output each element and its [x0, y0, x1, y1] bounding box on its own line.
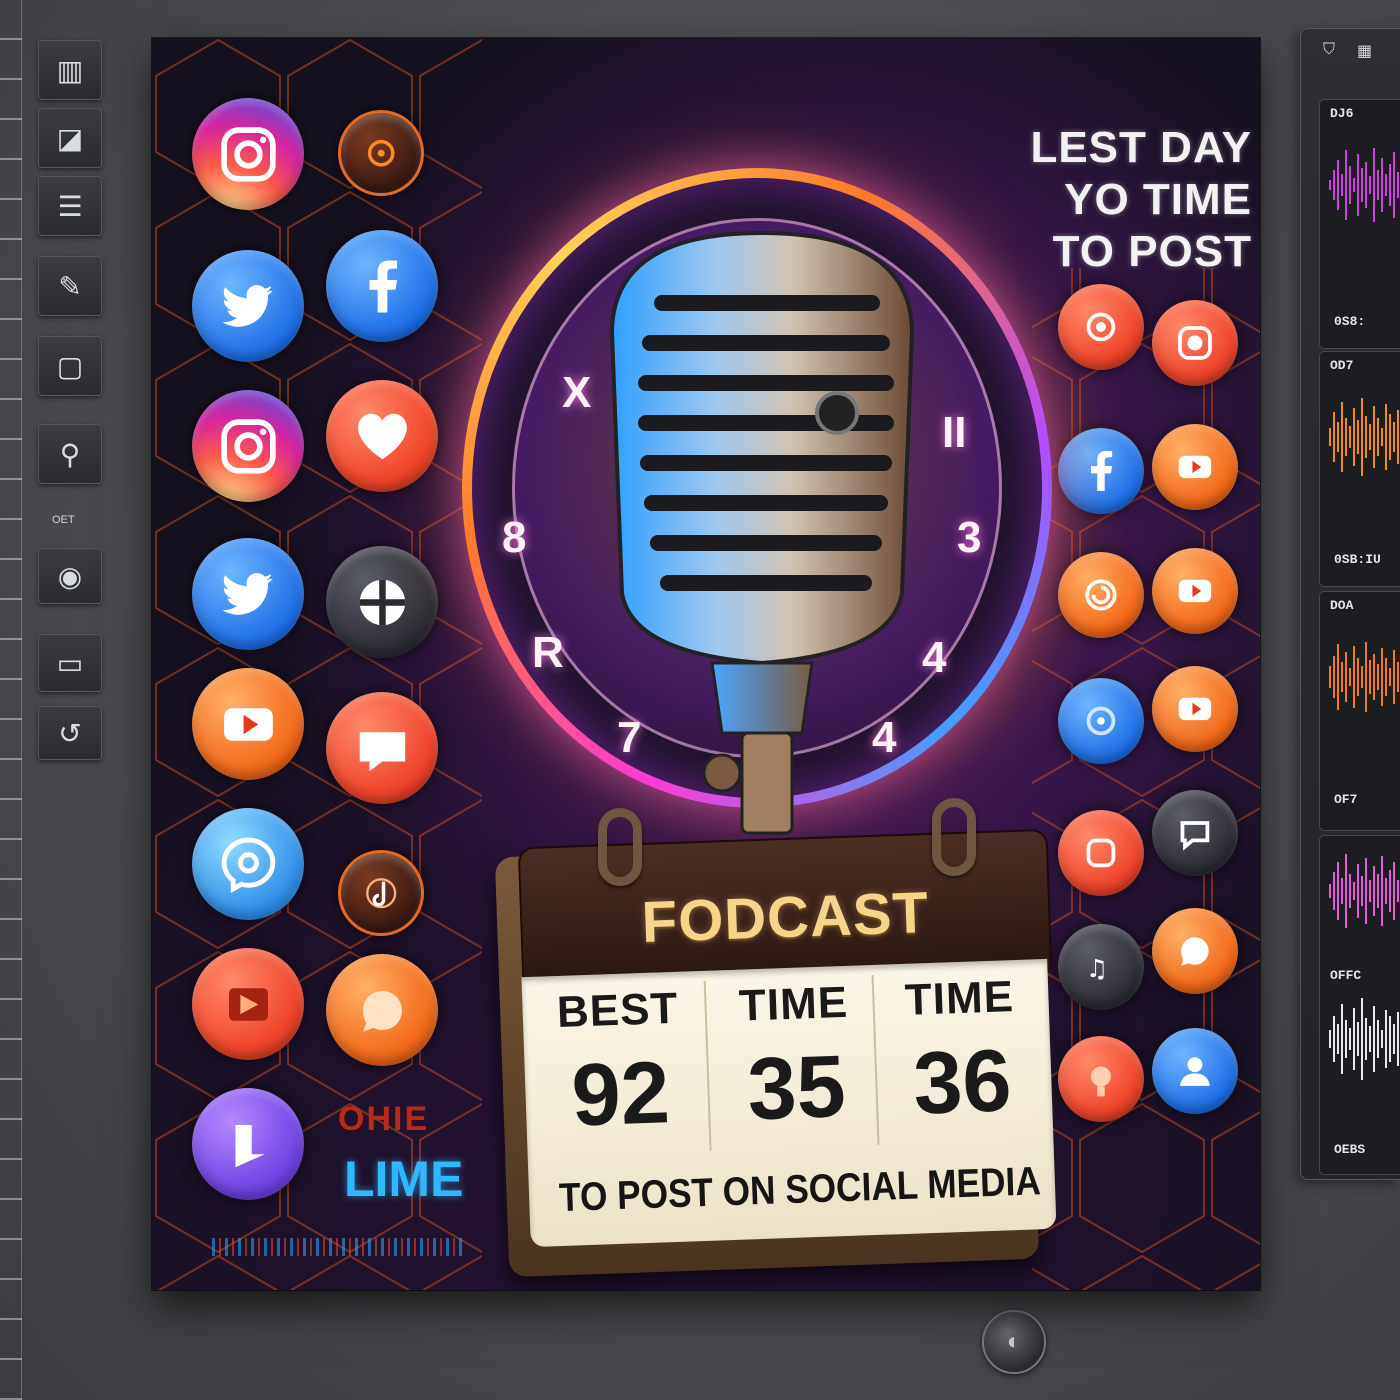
calendar-column: BEST 92: [532, 983, 707, 1145]
track-label: OFFC: [1330, 968, 1362, 983]
microphone-icon: [609, 230, 915, 835]
messenger-icon[interactable]: [192, 808, 304, 920]
calendar-ring: [932, 798, 976, 876]
crop-tool-button[interactable]: ◪: [38, 108, 102, 168]
calendar-column-number: 92: [569, 1042, 672, 1145]
track-waveform: [1329, 642, 1399, 712]
calendar-column-head: TIME: [904, 972, 1015, 1025]
track-label: OD7: [1330, 358, 1354, 373]
calendar-ring: [598, 808, 642, 886]
audio-track-2[interactable]: OD7 0SB:IU: [1319, 351, 1400, 587]
bubble-icon[interactable]: [1152, 790, 1238, 876]
clock-numeral: 8: [502, 513, 527, 562]
calendar-column-head: TIME: [738, 977, 849, 1031]
calendar-body: BEST 92 TIME 35 TIME 36 TO POST ON SOCIA…: [521, 958, 1057, 1248]
instagram-icon[interactable]: [192, 98, 304, 210]
clock-numeral: 3: [957, 513, 982, 562]
lasso-tool-button[interactable]: ↺: [38, 706, 102, 760]
vertical-ruler: [0, 0, 22, 1400]
clock-numeral: R: [532, 628, 564, 677]
track-waveform: [1329, 854, 1399, 928]
youtube-icon[interactable]: [1152, 424, 1238, 510]
youtube-icon[interactable]: [192, 668, 304, 780]
compass-icon[interactable]: [326, 546, 438, 658]
decorative-strip: [212, 1238, 462, 1256]
toolbar-label: OET: [52, 514, 75, 526]
audio-track-3[interactable]: DOA OF7: [1319, 591, 1400, 831]
track-waveform: [1329, 398, 1399, 476]
side-text-main: LIME: [344, 1151, 464, 1207]
track-time: 0SB:IU: [1334, 552, 1381, 567]
tiktok-icon[interactable]: [338, 850, 424, 936]
calendar[interactable]: FODCAST BEST 92 TIME 35 TIME 36 TO POST …: [494, 798, 1062, 1278]
facebook-icon[interactable]: [326, 230, 438, 342]
track-time: OF7: [1334, 792, 1358, 807]
track-time: OEBS: [1334, 1142, 1366, 1157]
twitter-icon[interactable]: [192, 538, 304, 650]
podcast-poster[interactable]: LEST DAY YO TIME TO POST ♫ X II 8 3 R 4 …: [152, 38, 1260, 1290]
panel-shield-icon[interactable]: ⛉: [1323, 41, 1335, 59]
track-label: DOA: [1330, 598, 1354, 613]
calendar-column-head: BEST: [556, 983, 680, 1038]
layers-tool-button[interactable]: ▥: [38, 40, 102, 100]
podcast-icon[interactable]: [1058, 1036, 1144, 1122]
headline-line-1: LEST DAY: [1030, 123, 1252, 172]
instagram-icon[interactable]: [192, 390, 304, 502]
camera-icon[interactable]: [1152, 300, 1238, 386]
eye-tool-button[interactable]: ◉: [38, 548, 102, 604]
youtube-icon[interactable]: [1152, 666, 1238, 752]
whatsapp-icon[interactable]: [1058, 810, 1144, 896]
calendar-title: FODCAST: [640, 880, 931, 955]
threads-icon[interactable]: [1058, 284, 1144, 370]
bookmark-icon[interactable]: [192, 1088, 304, 1200]
editor-toolbar: ▥ ◪ ☰ ✎ ▢ ⚲ OET ◉ ▭ ↺: [0, 0, 140, 1400]
podcast-icon[interactable]: [338, 110, 424, 196]
twitter-icon[interactable]: [192, 250, 304, 362]
chat-icon[interactable]: [326, 692, 438, 804]
chat-bubble-icon[interactable]: [1152, 908, 1238, 994]
waveform-panel: ⛉ ▦ DJ6 0S8: OD7 0SB:IU DOA OF7 OFFC OEB…: [1300, 28, 1400, 1180]
side-text-top: OHIE: [338, 1100, 430, 1138]
facebook-icon[interactable]: [1058, 428, 1144, 514]
share-icon[interactable]: [1058, 678, 1144, 764]
panel-grid-icon[interactable]: ▦: [1357, 41, 1372, 61]
shape-tool-button[interactable]: ▢: [38, 336, 102, 396]
stack-tool-button[interactable]: ☰: [38, 176, 102, 236]
audio-track-4[interactable]: OFFC OEBS: [1319, 835, 1400, 1175]
threads-icon[interactable]: [1058, 552, 1144, 638]
calendar-column: TIME 36: [874, 971, 1049, 1133]
chat-bubble-icon[interactable]: [326, 954, 438, 1066]
calendar-column: TIME 35: [708, 977, 883, 1139]
calendar-column-number: 35: [745, 1036, 848, 1139]
calendar-footer: TO POST ON SOCIAL MEDIA: [558, 1159, 1042, 1221]
brush-tool-button[interactable]: ✎: [38, 256, 102, 316]
track-label: DJ6: [1330, 106, 1354, 121]
youtube-icon[interactable]: [1152, 548, 1238, 634]
play-knob-icon[interactable]: ◐: [982, 1310, 1046, 1374]
track-waveform: [1329, 148, 1399, 222]
heart-icon[interactable]: [326, 380, 438, 492]
clone-tool-button[interactable]: ⚲: [38, 424, 102, 484]
music-icon[interactable]: ♫: [1058, 924, 1144, 1010]
video-icon[interactable]: [192, 948, 304, 1060]
track-time: 0S8:: [1334, 314, 1366, 329]
user-icon[interactable]: [1152, 1028, 1238, 1114]
calendar-column-number: 36: [911, 1030, 1013, 1133]
svg-text:♫: ♫: [1086, 954, 1108, 983]
rect-tool-button[interactable]: ▭: [38, 634, 102, 692]
audio-track-1[interactable]: DJ6 0S8:: [1319, 99, 1400, 349]
track-waveform: [1329, 998, 1399, 1080]
